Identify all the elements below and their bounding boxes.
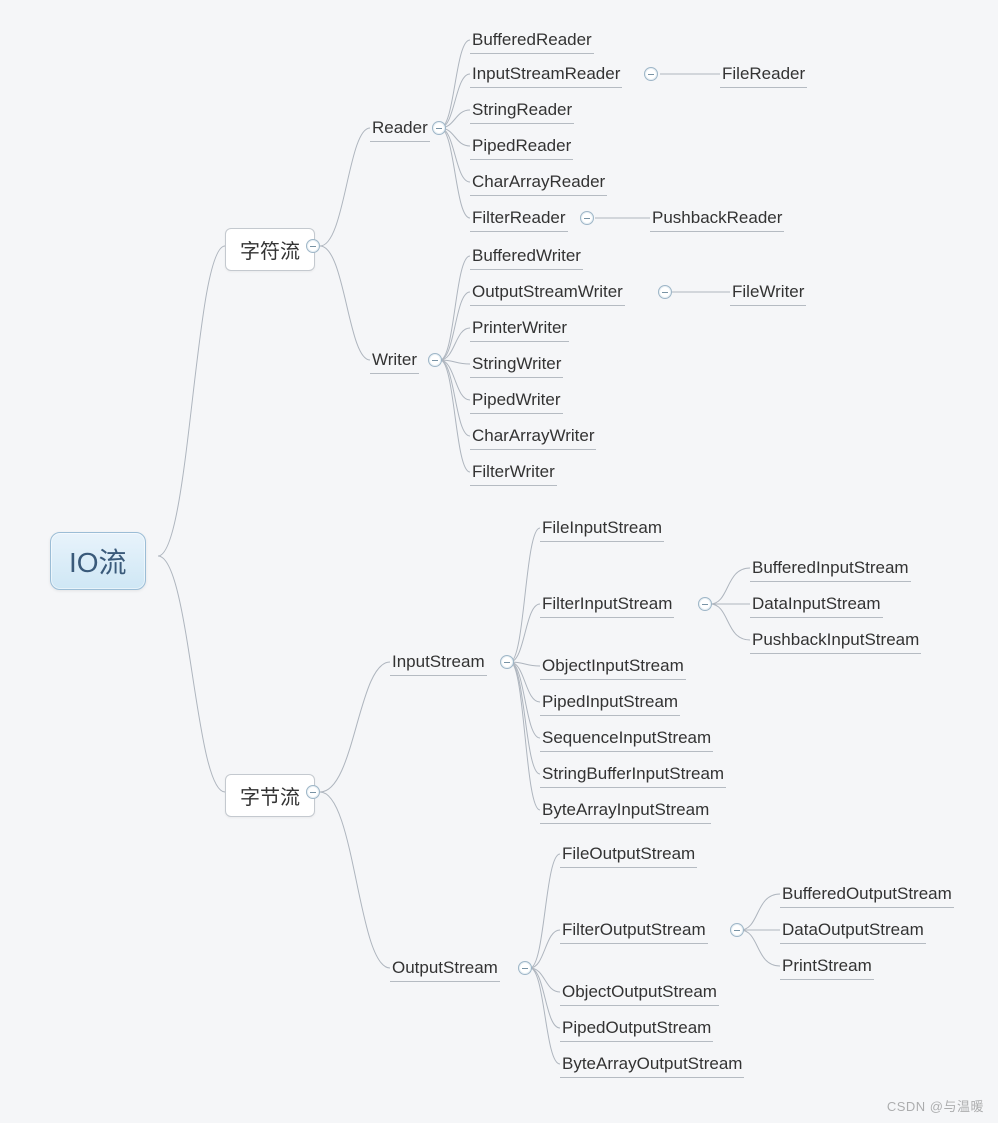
collapse-icon[interactable]	[306, 239, 320, 253]
node-piped-writer[interactable]: PipedWriter	[470, 388, 563, 414]
node-inputstream[interactable]: InputStream	[390, 650, 487, 676]
node-chararray-writer[interactable]: CharArrayWriter	[470, 424, 596, 450]
node-piped-reader[interactable]: PipedReader	[470, 134, 573, 160]
node-data-outputstream[interactable]: DataOutputStream	[780, 918, 926, 944]
node-piped-inputstream[interactable]: PipedInputStream	[540, 690, 680, 716]
node-filter-inputstream[interactable]: FilterInputStream	[540, 592, 674, 618]
watermark-text: CSDN @与温暖	[887, 1096, 984, 1115]
node-outputstream-writer[interactable]: OutputStreamWriter	[470, 280, 625, 306]
collapse-icon[interactable]	[658, 285, 672, 299]
collapse-icon[interactable]	[500, 655, 514, 669]
node-object-inputstream[interactable]: ObjectInputStream	[540, 654, 686, 680]
node-inputstream-reader[interactable]: InputStreamReader	[470, 62, 622, 88]
root-node[interactable]: IO流	[50, 532, 146, 590]
node-reader[interactable]: Reader	[370, 116, 430, 142]
node-filter-reader[interactable]: FilterReader	[470, 206, 568, 232]
node-filter-writer[interactable]: FilterWriter	[470, 460, 557, 486]
node-chararray-reader[interactable]: CharArrayReader	[470, 170, 607, 196]
branch-byte-stream[interactable]: 字节流	[225, 774, 315, 817]
node-buffered-outputstream[interactable]: BufferedOutputStream	[780, 882, 954, 908]
node-outputstream[interactable]: OutputStream	[390, 956, 500, 982]
collapse-icon[interactable]	[730, 923, 744, 937]
collapse-icon[interactable]	[518, 961, 532, 975]
node-piped-outputstream[interactable]: PipedOutputStream	[560, 1016, 713, 1042]
node-filter-outputstream[interactable]: FilterOutputStream	[560, 918, 708, 944]
node-string-writer[interactable]: StringWriter	[470, 352, 563, 378]
node-data-inputstream[interactable]: DataInputStream	[750, 592, 883, 618]
collapse-icon[interactable]	[698, 597, 712, 611]
node-bytearray-outputstream[interactable]: ByteArrayOutputStream	[560, 1052, 744, 1078]
node-buffered-writer[interactable]: BufferedWriter	[470, 244, 583, 270]
mindmap-stage: IO流 字符流 字节流 Reader Writer BufferedReader…	[0, 0, 998, 1123]
collapse-icon[interactable]	[432, 121, 446, 135]
branch-char-stream[interactable]: 字符流	[225, 228, 315, 271]
node-bytearray-inputstream[interactable]: ByteArrayInputStream	[540, 798, 711, 824]
node-file-inputstream[interactable]: FileInputStream	[540, 516, 664, 542]
node-pushback-inputstream[interactable]: PushbackInputStream	[750, 628, 921, 654]
collapse-icon[interactable]	[428, 353, 442, 367]
node-string-reader[interactable]: StringReader	[470, 98, 574, 124]
collapse-icon[interactable]	[306, 785, 320, 799]
collapse-icon[interactable]	[580, 211, 594, 225]
node-sequence-inputstream[interactable]: SequenceInputStream	[540, 726, 713, 752]
node-pushback-reader[interactable]: PushbackReader	[650, 206, 784, 232]
node-object-outputstream[interactable]: ObjectOutputStream	[560, 980, 719, 1006]
node-buffered-inputstream[interactable]: BufferedInputStream	[750, 556, 911, 582]
node-print-stream[interactable]: PrintStream	[780, 954, 874, 980]
node-file-reader[interactable]: FileReader	[720, 62, 807, 88]
node-printer-writer[interactable]: PrinterWriter	[470, 316, 569, 342]
node-file-outputstream[interactable]: FileOutputStream	[560, 842, 697, 868]
collapse-icon[interactable]	[644, 67, 658, 81]
node-buffered-reader[interactable]: BufferedReader	[470, 28, 594, 54]
node-writer[interactable]: Writer	[370, 348, 419, 374]
node-file-writer[interactable]: FileWriter	[730, 280, 806, 306]
node-stringbuffer-inputstream[interactable]: StringBufferInputStream	[540, 762, 726, 788]
